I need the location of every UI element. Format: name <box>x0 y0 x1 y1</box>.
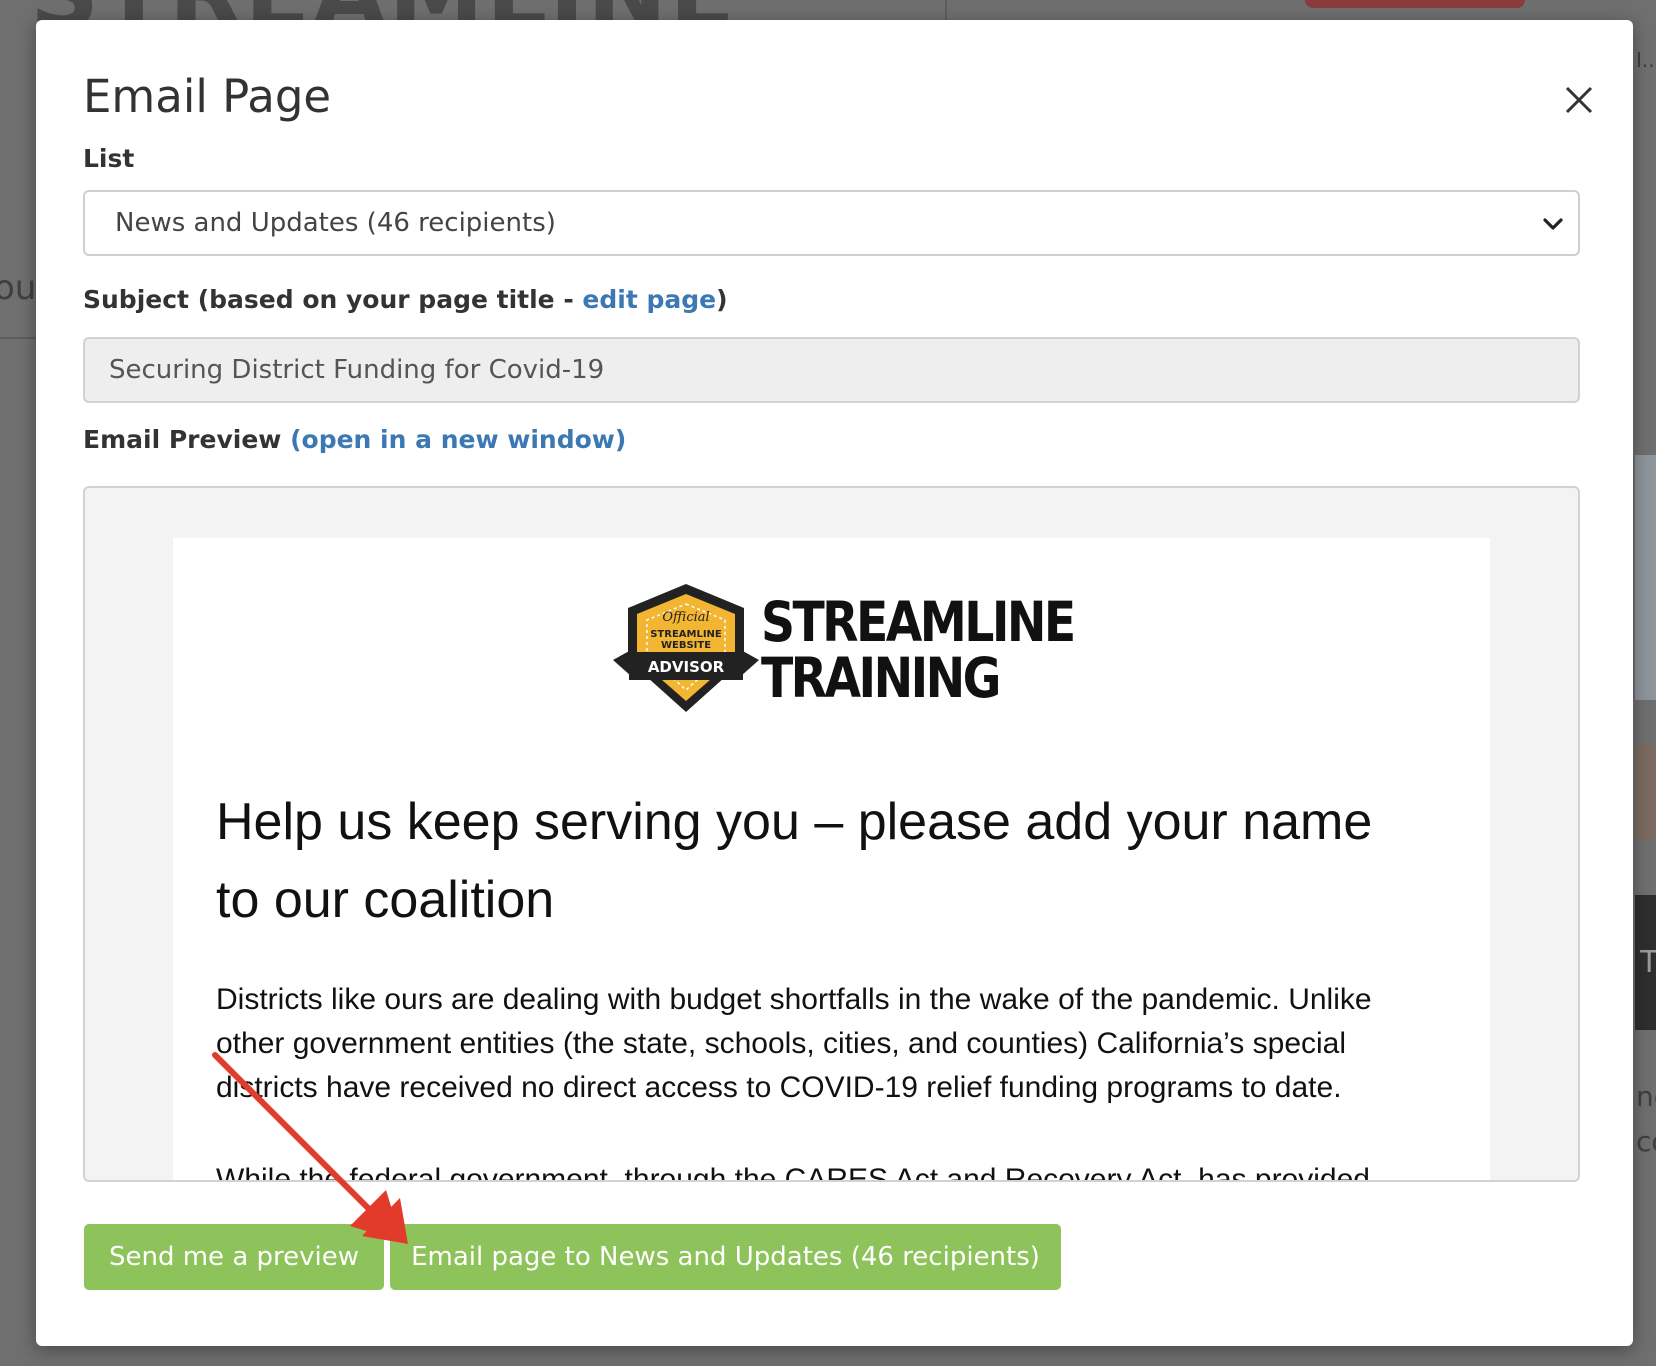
background-button <box>1305 0 1525 8</box>
open-new-window-link[interactable]: (open in a new window) <box>290 425 626 454</box>
background-divider <box>945 0 947 20</box>
edit-page-link[interactable]: edit page <box>582 285 716 314</box>
list-select-value: News and Updates (46 recipients) <box>115 208 556 238</box>
modal-title: Email Page <box>83 70 332 123</box>
advisor-badge-icon: Official STREAMLINE WEBSITE ADVISOR <box>613 584 759 712</box>
background-divider <box>0 337 36 339</box>
brand-name: STREAMLINE TRAINING <box>761 590 1076 710</box>
brand-line1: STREAMLINE <box>761 590 1076 654</box>
close-button[interactable] <box>1561 82 1597 118</box>
brand-logo: Official STREAMLINE WEBSITE ADVISOR STRE… <box>611 580 1076 720</box>
background-text: T <box>1640 945 1656 980</box>
subject-field: Securing District Funding for Covid-19 <box>83 337 1580 403</box>
email-heading: Help us keep serving you – please add yo… <box>216 793 1373 929</box>
list-select[interactable]: News and Updates (46 recipients) <box>83 190 1580 256</box>
subject-label-text: Subject (based on your page title - <box>83 285 583 314</box>
email-page-modal: Email Page List News and Updates (46 rec… <box>36 20 1633 1346</box>
badge-line2-text: WEBSITE <box>661 640 711 651</box>
subject-value: Securing District Funding for Covid-19 <box>109 355 605 385</box>
email-page-button[interactable]: Email page to News and Updates (46 recip… <box>390 1224 1061 1290</box>
preview-label-text: Email Preview <box>83 425 282 454</box>
email-body-paragraph-cut: While the federal government, through th… <box>216 1163 1370 1182</box>
background-text: co <box>1636 1125 1656 1158</box>
brand-line2: TRAINING <box>761 646 1001 710</box>
subject-label-suffix: ) <box>716 285 728 314</box>
background-text: I... <box>1636 48 1656 72</box>
send-me-preview-button[interactable]: Send me a preview <box>84 1224 384 1290</box>
badge-official-text: Official <box>662 610 709 625</box>
background-image <box>1635 745 1656 840</box>
badge-line1-text: STREAMLINE <box>650 629 722 640</box>
list-label: List <box>83 144 135 173</box>
email-body-paragraph: Districts like ours are dealing with bud… <box>216 983 1372 1104</box>
chevron-down-icon <box>1543 218 1563 230</box>
close-icon <box>1565 86 1593 114</box>
badge-ribbon-text: ADVISOR <box>648 658 725 676</box>
email-preview-frame[interactable]: Official STREAMLINE WEBSITE ADVISOR STRE… <box>83 486 1580 1182</box>
background-image <box>1635 455 1656 700</box>
email-preview-content: Official STREAMLINE WEBSITE ADVISOR STRE… <box>173 538 1490 1182</box>
preview-label: Email Preview (open in a new window) <box>83 425 626 454</box>
background-text: ne <box>1636 1080 1656 1113</box>
subject-label: Subject (based on your page title - edit… <box>83 285 728 314</box>
